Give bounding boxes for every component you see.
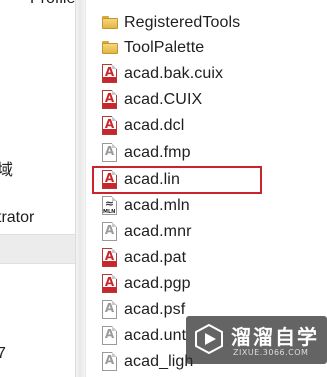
autocad-file-icon: A	[100, 115, 120, 137]
file-name: acad.bak.cuix	[124, 65, 224, 82]
generic-file-icon: A	[100, 299, 120, 321]
folder-icon	[100, 12, 120, 34]
file-name: RegisteredTools	[124, 14, 241, 31]
highlight-box	[92, 166, 262, 194]
nav-item-windows7[interactable]: 7	[0, 345, 6, 363]
play-logo-icon	[195, 324, 223, 354]
file-name: acad.mnr	[124, 223, 192, 240]
generic-file-icon: A	[100, 142, 120, 164]
file-row-acad-cuix[interactable]: A acad.CUIX	[96, 88, 326, 112]
autocad-file-icon: A	[100, 63, 120, 85]
watermark-title: 溜溜自学	[231, 325, 319, 349]
nav-item-domain[interactable]: 域	[0, 156, 13, 180]
generic-file-icon: A	[100, 351, 120, 373]
file-row-acad-pat[interactable]: A acad.pat	[96, 246, 326, 270]
file-name: ToolPalette	[124, 39, 205, 56]
navigation-pane: Profiles 域 trator 7	[0, 0, 75, 377]
file-name: acad.pgp	[124, 275, 191, 292]
generic-file-icon: A	[100, 221, 120, 243]
autocad-file-icon: A	[100, 247, 120, 269]
nav-item-administrator[interactable]: trator	[0, 209, 34, 227]
file-row-acad-fmp[interactable]: A acad.fmp	[96, 141, 326, 165]
file-name: acad.psf	[124, 301, 186, 318]
watermark: 溜溜自学 ZIXUE.3066.COM	[186, 316, 327, 364]
autocad-file-icon: A	[100, 273, 120, 295]
watermark-subtitle: ZIXUE.3066.COM	[233, 348, 309, 357]
file-row-toolpalette[interactable]: ToolPalette	[96, 36, 326, 60]
file-name: acad.unt	[124, 327, 187, 344]
file-row-acad-dcl[interactable]: A acad.dcl	[96, 114, 326, 138]
file-name: acad_ligh	[124, 353, 194, 370]
pane-splitter[interactable]	[75, 0, 86, 377]
nav-selected-item[interactable]	[0, 234, 75, 264]
file-row-acad-mnr[interactable]: A acad.mnr	[96, 220, 326, 244]
file-row-registeredtools[interactable]: RegisteredTools	[96, 11, 326, 35]
file-row-acad-mln[interactable]: ≈ MLN acad.mln	[96, 194, 326, 218]
file-name: acad.fmp	[124, 144, 191, 161]
file-row-acad-bak-cuix[interactable]: A acad.bak.cuix	[96, 62, 326, 86]
file-row-acad-pgp[interactable]: A acad.pgp	[96, 272, 326, 296]
file-name: acad.CUIX	[124, 91, 203, 108]
file-name: acad.pat	[124, 249, 187, 266]
folder-icon	[100, 37, 120, 59]
nav-item-profiles[interactable]: Profiles	[30, 0, 75, 8]
autocad-file-icon: A	[100, 89, 120, 111]
generic-file-icon: A	[100, 325, 120, 347]
file-name: acad.mln	[124, 197, 190, 214]
file-name: acad.dcl	[124, 117, 185, 134]
mln-file-icon: ≈ MLN	[102, 196, 117, 215]
